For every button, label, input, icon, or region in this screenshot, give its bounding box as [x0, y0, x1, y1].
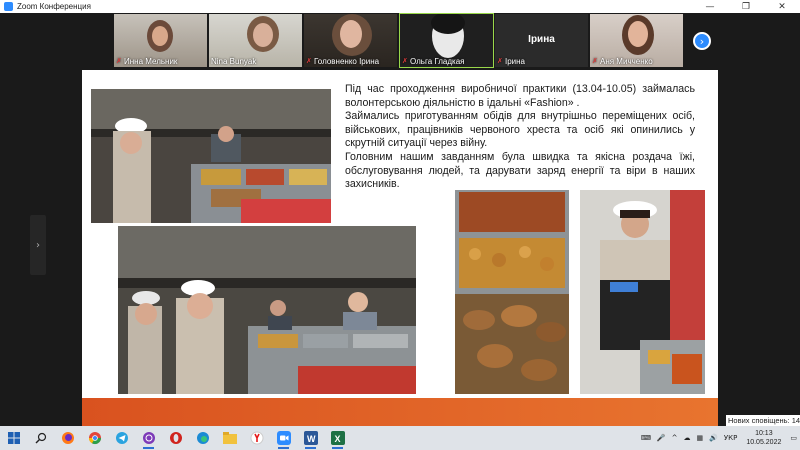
telegram-icon[interactable]	[108, 426, 135, 450]
chrome-icon[interactable]	[81, 426, 108, 450]
yandex-icon[interactable]	[243, 426, 270, 450]
slide-paragraph: Під час проходження виробничої практики …	[345, 83, 695, 109]
volume-icon[interactable]: 🔊	[709, 434, 718, 442]
zoom-icon[interactable]	[270, 426, 297, 450]
participant-display-name: Ірина	[528, 34, 555, 45]
file-explorer-icon[interactable]	[216, 426, 243, 450]
photo-food-trays	[455, 190, 569, 394]
participant-name: ✗ Ірина	[497, 57, 526, 66]
mic-muted-icon: ✗	[497, 57, 503, 65]
participant-tile[interactable]: ✗ Аня Мичченко	[590, 14, 683, 67]
slide-footer-band	[82, 398, 718, 426]
participant-tile[interactable]: Ірина ✗ Ірина	[495, 14, 588, 67]
window-controls: — ❐ ✕	[692, 0, 800, 13]
photo-serving-line	[118, 226, 416, 394]
excel-icon[interactable]: X	[324, 426, 351, 450]
participant-name: ✗ Ольга Гладкая	[402, 57, 465, 66]
photo-cook-serving	[580, 190, 705, 394]
maximize-button[interactable]: ❐	[728, 0, 764, 13]
avatar	[152, 26, 168, 46]
keyboard-icon[interactable]: ⌨	[641, 434, 651, 442]
mic-muted-icon: ✗	[306, 57, 312, 65]
firefox-icon[interactable]	[54, 426, 81, 450]
chevron-up-icon[interactable]: ^	[672, 434, 678, 442]
participant-tile[interactable]: Nina Bunyak	[209, 14, 302, 67]
side-collapse-arrow-icon[interactable]: ›	[30, 215, 46, 275]
slide-paragraph: Головним нашим завданням була швидка та …	[345, 150, 695, 191]
svg-text:X: X	[334, 434, 340, 444]
word-icon[interactable]: W	[297, 426, 324, 450]
mic-muted-icon: ✗	[116, 57, 122, 65]
viber-icon[interactable]	[135, 426, 162, 450]
language-indicator[interactable]: УКР	[724, 434, 737, 442]
participant-name: ✗ Инна Мельник	[116, 57, 178, 66]
participant-tile-active[interactable]: ✗ Ольга Гладкая	[399, 13, 494, 68]
clock-time: 10:13	[755, 430, 773, 437]
edge-icon[interactable]	[189, 426, 216, 450]
svg-text:W: W	[307, 434, 316, 444]
title-bar: Zoom Конференция — ❐ ✕	[0, 0, 800, 13]
minimize-button[interactable]: —	[692, 0, 728, 13]
participant-tile[interactable]: ✗ Инна Мельник	[114, 14, 207, 67]
notification-center-icon[interactable]: ▭	[790, 434, 797, 442]
avatar	[253, 23, 273, 47]
zoom-app-icon	[4, 2, 13, 11]
participant-name: ✗ Аня Мичченко	[592, 57, 653, 66]
windows-taskbar: W X ⌨ 🎤 ^ ☁ ▦ 🔊 УКР 10:13 10.05.2022 ▭	[0, 426, 800, 450]
zoom-window: Zoom Конференция — ❐ ✕ ✗ Инна Мельник Nin…	[0, 0, 800, 450]
mic-icon[interactable]: 🎤	[657, 434, 666, 442]
participant-tile[interactable]: ✗ Головненко Ірина	[304, 14, 397, 67]
windows-start-icon[interactable]	[0, 426, 27, 450]
clock-date: 10.05.2022	[746, 439, 782, 446]
cloud-icon[interactable]: ☁	[684, 434, 691, 442]
photo-serving-counter	[91, 89, 331, 223]
participant-name: ✗ Головненко Ірина	[306, 57, 380, 66]
avatar	[340, 20, 362, 48]
participant-name: Nina Bunyak	[211, 57, 257, 66]
avatar	[628, 21, 648, 47]
close-button[interactable]: ✕	[764, 0, 800, 13]
slide-paragraph: Займались приготуванням обідів для внутр…	[345, 110, 695, 150]
shared-slide: Під час проходження виробничої практики …	[82, 70, 718, 426]
window-title: Zoom Конференция	[17, 2, 91, 11]
opera-icon[interactable]	[162, 426, 189, 450]
network-icon[interactable]: ▦	[697, 434, 704, 442]
participant-strip: ✗ Инна Мельник Nina Bunyak ✗ Головненко Ір…	[0, 13, 800, 69]
search-icon[interactable]	[27, 426, 54, 450]
system-tray: ⌨ 🎤 ^ ☁ ▦ 🔊 УКР 10:13 10.05.2022 ▭	[638, 426, 800, 450]
mic-muted-icon: ✗	[592, 57, 598, 65]
next-page-button[interactable]: ›	[693, 32, 711, 50]
notification-counter[interactable]: Нових сповіщень: 14	[726, 415, 800, 426]
mic-muted-icon: ✗	[402, 57, 408, 65]
clock[interactable]: 10:13 10.05.2022	[746, 429, 781, 447]
slide-text: Під час проходження виробничої практики …	[345, 83, 695, 192]
